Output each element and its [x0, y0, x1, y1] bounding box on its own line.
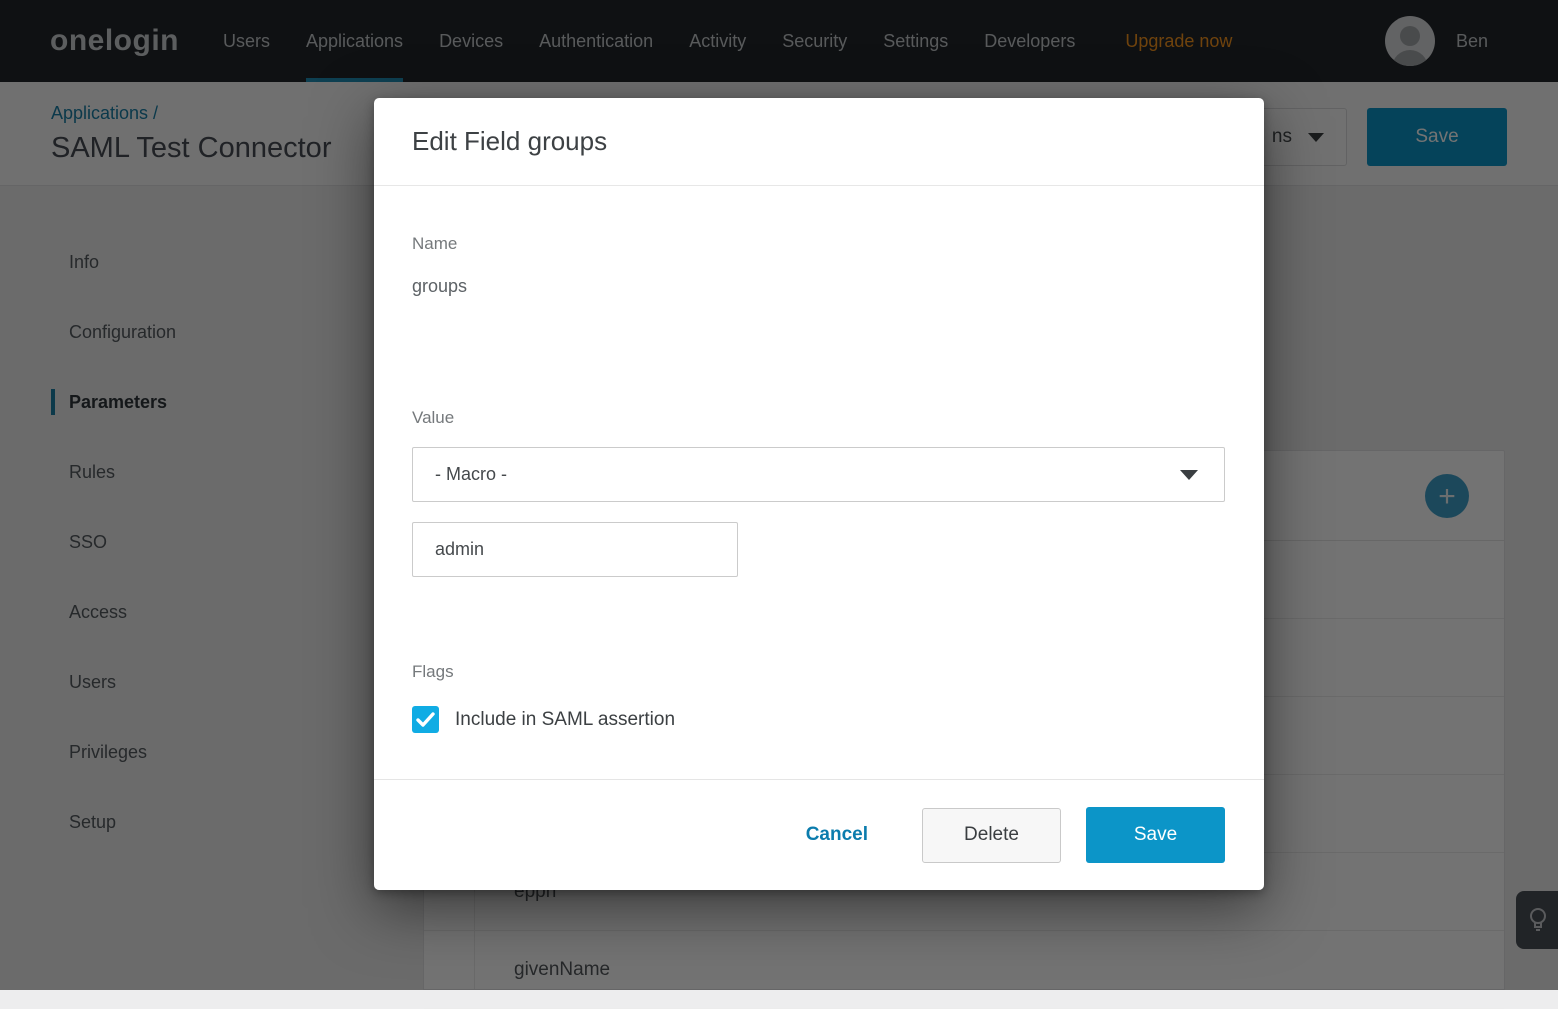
include-saml-label: Include in SAML assertion	[455, 708, 676, 730]
value-label: Value	[412, 408, 455, 427]
checkmark-icon	[416, 712, 435, 727]
modal-body: Name groups Value - Macro - Flags Includ…	[374, 234, 1264, 733]
cancel-button[interactable]: Cancel	[806, 824, 868, 846]
modal-header: Edit Field groups	[374, 98, 1264, 186]
include-saml-checkbox[interactable]	[412, 706, 439, 733]
value-input[interactable]	[412, 522, 738, 577]
delete-button[interactable]: Delete	[922, 807, 1061, 863]
macro-select[interactable]: - Macro -	[412, 447, 1225, 502]
edit-field-modal: Edit Field groups Name groups Value - Ma…	[374, 98, 1264, 890]
flags-label: Flags	[412, 662, 454, 681]
modal-footer: Cancel Delete Save	[374, 779, 1264, 890]
modal-title: Edit Field groups	[412, 126, 608, 156]
save-button[interactable]: Save	[1086, 807, 1225, 863]
name-label: Name	[412, 234, 458, 253]
saml-assertion-flag-row: Include in SAML assertion	[412, 706, 1226, 733]
name-value: groups	[412, 276, 468, 296]
chevron-down-icon	[1180, 469, 1198, 480]
macro-select-value: - Macro -	[435, 464, 507, 484]
